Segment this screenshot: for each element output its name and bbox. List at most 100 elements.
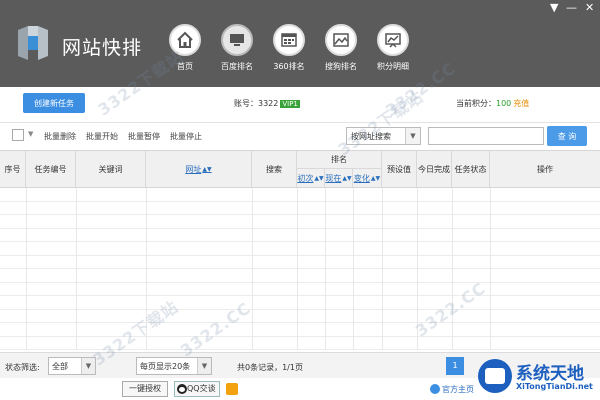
table-row <box>0 188 600 202</box>
vip-badge: VIP1 <box>280 100 300 108</box>
nav-baidu-label: 百度排名 <box>221 62 253 71</box>
table-row <box>0 323 600 337</box>
qq-chat-label: QQ交谈 <box>187 384 216 393</box>
col-url-label: 网址 <box>185 165 202 174</box>
map-icon <box>325 24 357 56</box>
col-rank-change-label: 变化 <box>353 174 370 183</box>
nav-360-rank[interactable]: 360排名 <box>263 24 315 72</box>
sort-icon: ▲▼ <box>314 175 324 182</box>
create-task-button[interactable]: 创建新任务 <box>23 93 85 113</box>
filter-label: 状态筛选: <box>5 363 40 372</box>
brand-url: XiTongTianDi.net <box>516 382 593 391</box>
task-table: 序号 任务编号 关键词 网址 ▲▼ 搜索 排名 初次 ▲▼ 现在 ▲▼ 变化 ▲▼ 预设… <box>0 150 600 350</box>
sort-icon: ▲▼ <box>370 175 381 182</box>
points-value: 100 <box>496 99 512 108</box>
col-rank-initial-label: 初次 <box>297 174 314 183</box>
table-row <box>0 202 600 215</box>
divider <box>353 188 354 350</box>
col-preset: 预设值 <box>382 151 417 188</box>
select-all-checkbox[interactable] <box>12 129 24 141</box>
divider <box>490 188 491 350</box>
divider <box>297 188 298 350</box>
page-size-value: 每页显示20条 <box>140 362 191 371</box>
query-button[interactable]: 查 询 <box>547 126 587 146</box>
app-header: 网站快排 ▼ — ✕ 首页 百度排名 360排名 搜狗排名 积分明细 <box>0 0 600 87</box>
col-today-done: 今日完成 <box>417 151 452 188</box>
qq-chat-button[interactable]: QQ交谈 <box>174 381 220 397</box>
nav-baidu-rank[interactable]: 百度排名 <box>211 24 263 72</box>
table-row <box>0 229 600 242</box>
divider <box>76 188 77 350</box>
account-info: 账号：3322 VIP1 <box>234 98 300 109</box>
table-header: 序号 任务编号 关键词 网址 ▲▼ 搜索 排名 初次 ▲▼ 现在 ▲▼ 变化 ▲▼ 预设… <box>0 150 600 188</box>
col-engine: 搜索 <box>252 151 297 188</box>
nav-points-label: 积分明细 <box>377 62 409 71</box>
col-url[interactable]: 网址 ▲▼ <box>146 151 252 188</box>
status-filter-select[interactable]: 全部 ▼ <box>48 357 96 375</box>
account-label: 账号：3322 <box>234 99 279 108</box>
chevron-down-icon: ▼ <box>197 358 211 374</box>
nav-360-label: 360排名 <box>273 62 305 71</box>
page-button-current[interactable]: 1 <box>446 357 464 375</box>
brand-watermark: 系统天地 XiTongTianDi.net <box>478 357 598 397</box>
divider <box>252 188 253 350</box>
batch-pause-button[interactable]: 批量暂停 <box>128 131 160 142</box>
recharge-link[interactable]: 充值 <box>513 99 529 108</box>
sort-icon: ▲▼ <box>342 175 352 182</box>
monitor-icon <box>221 24 253 56</box>
brand-name: 系统天地 <box>516 364 584 384</box>
col-keyword: 关键词 <box>76 151 146 188</box>
col-task-status: 任务状态 <box>452 151 490 188</box>
col-rank: 排名 <box>297 151 382 169</box>
app-logo-icon <box>18 26 48 60</box>
search-input[interactable] <box>428 127 544 145</box>
app-title: 网站快排 <box>62 37 143 59</box>
one-click-authorize-button[interactable]: 一键授权 <box>122 381 168 397</box>
table-row <box>0 310 600 323</box>
page-size-select[interactable]: 每页显示20条 ▼ <box>136 357 212 375</box>
sort-icon: ▲▼ <box>202 166 212 173</box>
batch-delete-button[interactable]: 批量删除 <box>44 131 76 142</box>
col-rank-change[interactable]: 变化 ▲▼ <box>353 169 382 188</box>
col-rank-current-label: 现在 <box>325 174 342 183</box>
batch-stop-button[interactable]: 批量停止 <box>170 131 202 142</box>
share-icon[interactable] <box>226 383 238 395</box>
record-count: 共0条记录，1/1页 <box>237 363 303 372</box>
nav-sogou-label: 搜狗排名 <box>325 62 357 71</box>
table-row <box>0 242 600 256</box>
points-info: 当前积分：100 充值 <box>456 98 529 109</box>
official-home-label: 官方主页 <box>442 385 474 394</box>
col-rank-current[interactable]: 现在 ▲▼ <box>325 169 353 188</box>
task-toolbar: ▼ 批量删除 批量开始 批量暂停 批量停止 按网址搜索 ▼ 查 询 <box>0 122 600 150</box>
table-row <box>0 283 600 296</box>
points-label: 当前积分： <box>456 99 496 108</box>
col-action: 操作 <box>537 165 553 174</box>
col-task-id: 任务编号 <box>26 151 76 188</box>
table-row <box>0 296 600 310</box>
nav-sogou-rank[interactable]: 搜狗排名 <box>315 24 367 72</box>
table-row <box>0 269 600 283</box>
minimize-button[interactable]: — <box>566 2 577 13</box>
globe-icon <box>430 384 440 394</box>
qq-icon <box>177 384 187 394</box>
col-index: 序号 <box>0 151 26 188</box>
nav-points-detail[interactable]: 积分明细 <box>367 24 419 72</box>
chevron-down-icon: ▼ <box>405 128 420 144</box>
table-row <box>0 215 600 229</box>
divider <box>26 188 27 350</box>
status-filter-value: 全部 <box>52 362 68 371</box>
chart-board-icon <box>377 24 409 56</box>
menu-dropdown-icon[interactable]: ▼ <box>550 2 558 13</box>
grid-window-icon <box>273 24 305 56</box>
col-rank-initial[interactable]: 初次 ▲▼ <box>297 169 325 188</box>
divider <box>452 188 453 350</box>
official-home-link[interactable]: 官方主页 <box>430 384 474 395</box>
table-body <box>0 188 600 350</box>
close-button[interactable]: ✕ <box>585 2 594 13</box>
select-dropdown-icon[interactable]: ▼ <box>28 130 33 138</box>
brand-logo-icon <box>478 359 512 393</box>
table-row <box>0 256 600 269</box>
divider <box>382 188 383 350</box>
divider <box>325 188 326 350</box>
batch-start-button[interactable]: 批量开始 <box>86 131 118 142</box>
